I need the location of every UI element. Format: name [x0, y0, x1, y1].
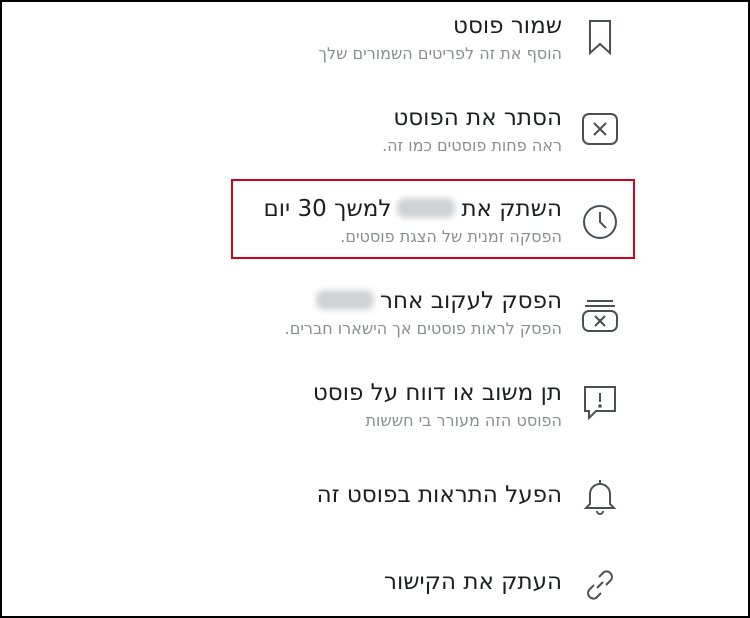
copy-link-title: העתק את הקישור — [383, 569, 562, 595]
notifications-title: הפעל התראות בפוסט זה — [316, 482, 562, 508]
report-title: תן משוב או דווח על פוסט — [312, 380, 562, 406]
menu-item-report[interactable]: תן משוב או דווח על פוסט הפוסט הזה מעורר … — [2, 374, 748, 444]
menu-item-notifications[interactable]: הפעל התראות בפוסט זה — [2, 474, 748, 544]
menu-item-hide-post[interactable]: הסתר את הפוסט ראה פחות פוסטים כמו זה. — [2, 99, 748, 169]
report-subtitle: הפוסט הזה מעורר בי חששות — [365, 411, 562, 430]
blurred-name — [316, 290, 374, 310]
hide-x-icon — [580, 109, 620, 149]
menu-item-save-post[interactable]: שמור פוסט הוסף את זה לפריטים השמורים שלך — [2, 7, 748, 77]
menu-item-unfollow[interactable]: הפסק לעקוב אחר הפסק לראות פוסטים אך הישא… — [2, 282, 748, 352]
unfollow-icon — [580, 294, 620, 334]
post-options-menu: שמור פוסט הוסף את זה לפריטים השמורים שלך… — [0, 0, 750, 618]
link-icon — [580, 565, 620, 605]
save-post-title: שמור פוסט — [453, 13, 562, 39]
menu-item-copy-link[interactable]: העתק את הקישור — [2, 559, 748, 616]
highlight-box — [231, 179, 635, 259]
bell-icon — [580, 476, 620, 516]
report-icon — [580, 382, 620, 422]
unfollow-title: הפסק לעקוב אחר — [285, 286, 562, 316]
save-post-subtitle: הוסף את זה לפריטים השמורים שלך — [318, 44, 562, 63]
hide-post-title: הסתר את הפוסט — [393, 105, 562, 131]
bookmark-icon — [580, 17, 620, 57]
unfollow-title-before: הפסק לעקוב אחר — [380, 288, 562, 314]
unfollow-subtitle: הפסק לראות פוסטים אך הישארו חברים. — [284, 319, 562, 338]
hide-post-subtitle: ראה פחות פוסטים כמו זה. — [382, 136, 562, 155]
